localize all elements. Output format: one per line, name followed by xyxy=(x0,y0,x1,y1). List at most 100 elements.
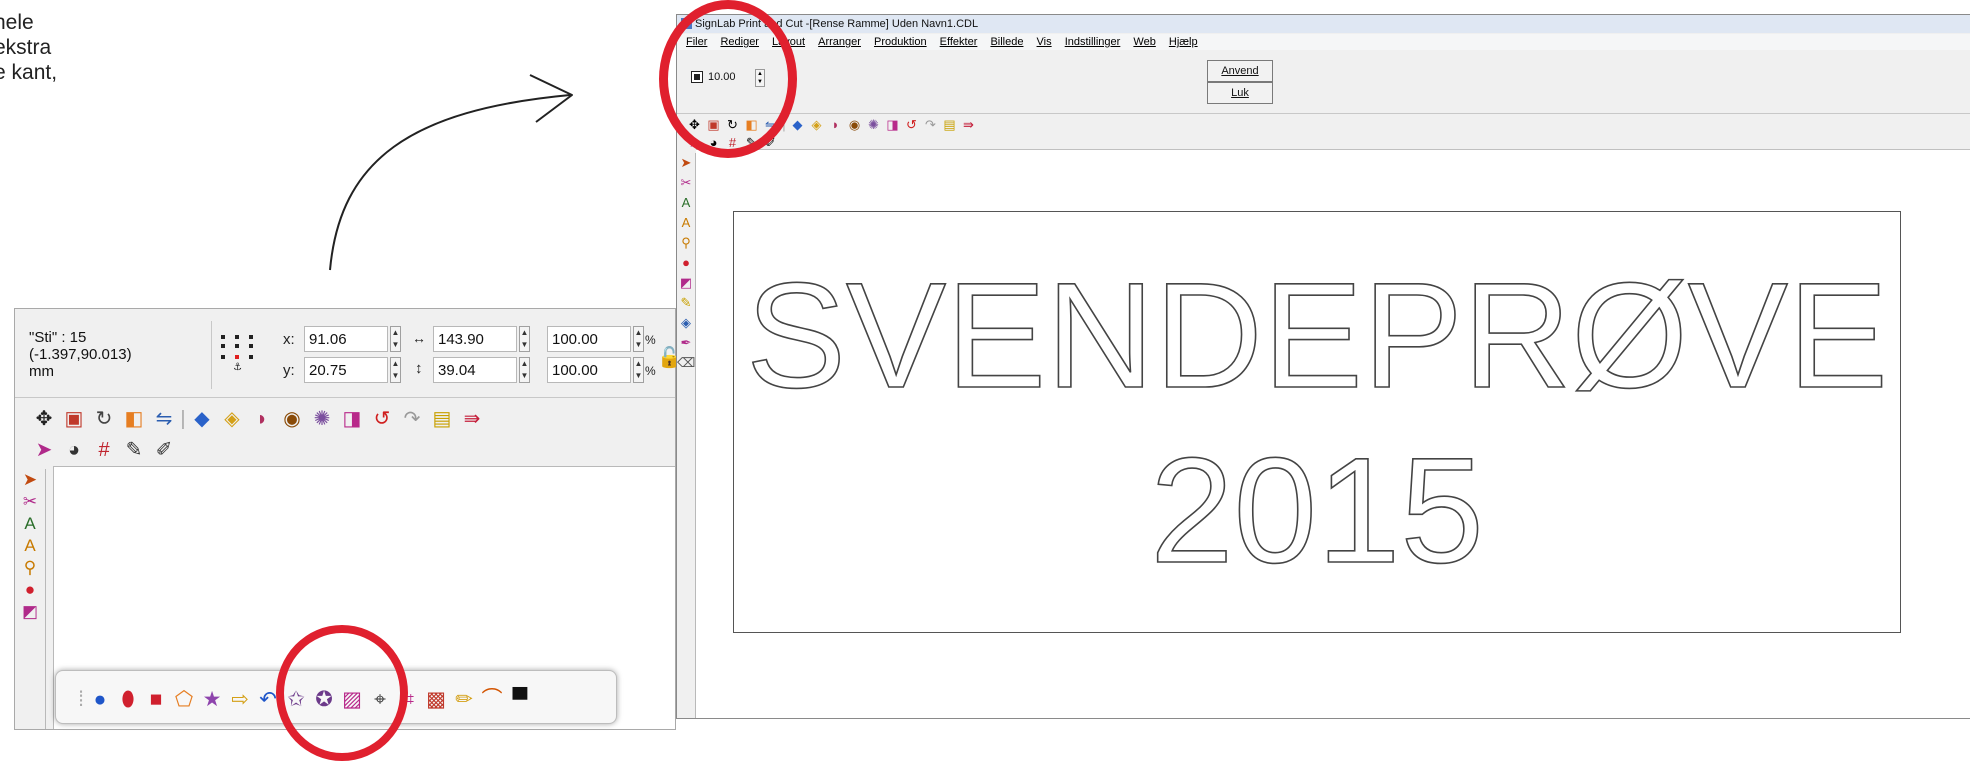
weld-icon[interactable]: ⇋ xyxy=(149,405,179,433)
square-icon[interactable]: ■ xyxy=(142,688,170,712)
knife-icon[interactable]: ✂ xyxy=(15,491,45,513)
anchor-grid-icon[interactable]: ⚓ xyxy=(219,333,263,373)
rotate-icon[interactable]: ↻ xyxy=(89,405,119,433)
bevel-icon[interactable]: ◆ xyxy=(187,405,217,433)
contour-icon[interactable]: ◨ xyxy=(337,405,367,433)
gradient-icon[interactable]: ◗ xyxy=(826,115,845,135)
arrow-icon[interactable]: ⇨ xyxy=(226,687,254,712)
balloon-icon[interactable]: ⬮ xyxy=(114,688,142,712)
pointer-icon[interactable]: ➤ xyxy=(15,469,45,491)
curved-arrow xyxy=(329,74,573,271)
menu-web[interactable]: Web xyxy=(1133,36,1155,48)
brush-icon[interactable]: ✎ xyxy=(119,436,149,464)
outline-icon[interactable]: ✺ xyxy=(864,115,883,135)
fill-bucket-icon[interactable]: ◩ xyxy=(677,273,695,293)
fill-icon[interactable]: ◈ xyxy=(807,115,826,135)
x-spinner[interactable]: ▲ ▼ xyxy=(390,326,401,352)
move-icon[interactable]: ✥ xyxy=(29,405,59,433)
color-icon[interactable]: ● xyxy=(677,253,695,273)
menu-vis[interactable]: Vis xyxy=(1037,36,1052,48)
height-input[interactable]: 39.04 xyxy=(433,357,517,383)
menu-produktion[interactable]: Produktion xyxy=(874,36,927,48)
apply-button[interactable]: Anvend xyxy=(1207,60,1273,82)
pentagon-icon[interactable]: ⬠ xyxy=(170,687,198,712)
y-label: y: xyxy=(283,362,295,379)
zoom-icon[interactable]: ⚲ xyxy=(15,557,45,579)
percent-label: % xyxy=(645,333,656,347)
height-icon: ↕ xyxy=(415,360,423,377)
knife-icon[interactable]: ✂ xyxy=(677,173,695,193)
shape-icon[interactable]: ▀ xyxy=(506,688,534,712)
ruler-icon[interactable]: ✏ xyxy=(450,687,478,712)
color-icon[interactable]: ● xyxy=(15,579,45,601)
pen-icon[interactable]: ✒ xyxy=(677,333,695,353)
menu-effekter[interactable]: Effekter xyxy=(940,36,978,48)
toolbar-divider: | xyxy=(180,408,186,430)
text-style-icon[interactable]: A xyxy=(677,213,695,233)
scale-width-spinner[interactable]: ▲ ▼ xyxy=(633,326,644,352)
property-bar: "Sti" : 15 (-1.397,90.013) mm ⚓ x: 91.06… xyxy=(15,309,682,398)
title-text: SVENDEPRØVE xyxy=(746,251,1888,419)
object-info: "Sti" : 15 (-1.397,90.013) mm xyxy=(29,329,132,380)
annotation-line: hele xyxy=(0,11,34,34)
exit-icon[interactable]: ⇛ xyxy=(959,115,978,135)
paint-icon[interactable]: ◈ xyxy=(677,313,695,333)
scale-height-spinner[interactable]: ▲ ▼ xyxy=(633,357,644,383)
divider xyxy=(211,321,212,389)
y-position-input[interactable]: 20.75 xyxy=(304,357,388,383)
pencil-icon[interactable]: ✎ xyxy=(677,293,695,313)
menu-billede[interactable]: Billede xyxy=(990,36,1023,48)
circle-icon[interactable]: ● xyxy=(86,688,114,712)
annotation-line: e kant, xyxy=(0,61,58,84)
eye-icon[interactable]: ◕ xyxy=(59,436,89,464)
y-spinner[interactable]: ▲ ▼ xyxy=(390,357,401,383)
outline-icon[interactable]: ✺ xyxy=(307,405,337,433)
node-icon[interactable]: ▣ xyxy=(59,405,89,433)
width-spinner[interactable]: ▲ ▼ xyxy=(519,326,530,352)
text-style-icon[interactable]: A xyxy=(15,535,45,557)
group-icon[interactable]: ▤ xyxy=(427,405,457,433)
rainbow-icon[interactable]: ⌒ xyxy=(478,683,506,713)
x-position-input[interactable]: 91.06 xyxy=(304,326,388,352)
left-toolbox: ➤ ✂ A A ⚲ ● ◩ xyxy=(15,469,46,729)
width-input[interactable]: 143.90 xyxy=(433,326,517,352)
percent-label: % xyxy=(645,364,656,378)
pointer-icon[interactable]: ➤ xyxy=(677,153,695,173)
shadow-icon[interactable]: ◉ xyxy=(845,115,864,135)
menu-indstillinger[interactable]: Indstillinger xyxy=(1065,36,1121,48)
select-arrow-icon[interactable]: ➤ xyxy=(29,436,59,464)
height-spinner[interactable]: ▲ ▼ xyxy=(519,357,530,383)
zoom-icon[interactable]: ⚲ xyxy=(677,233,695,253)
contour-icon[interactable]: ◨ xyxy=(883,115,902,135)
gradient-icon[interactable]: ◗ xyxy=(247,405,277,433)
scale-height-input[interactable]: 100.00 xyxy=(547,357,631,383)
svg-text:⚓: ⚓ xyxy=(233,362,242,373)
star-icon[interactable]: ★ xyxy=(198,687,226,712)
fill-icon[interactable]: ◈ xyxy=(217,405,247,433)
highlight-circle xyxy=(276,625,408,761)
undo-icon[interactable]: ↺ xyxy=(367,405,397,433)
text-icon[interactable]: A xyxy=(677,193,695,213)
grid-icon[interactable]: # xyxy=(89,436,119,464)
brush-2-icon[interactable]: ✐ xyxy=(149,436,179,464)
mirror-icon[interactable]: ◧ xyxy=(119,405,149,433)
pattern-icon[interactable]: ▩ xyxy=(422,687,450,712)
close-button[interactable]: Luk xyxy=(1207,82,1273,104)
eraser-icon[interactable]: ⌫ xyxy=(677,353,695,373)
redo-icon[interactable]: ↷ xyxy=(397,405,427,433)
text-icon[interactable]: A xyxy=(15,513,45,535)
exit-icon[interactable]: ⇛ xyxy=(457,405,487,433)
scale-width-input[interactable]: 100.00 xyxy=(547,326,631,352)
object-coords: (-1.397,90.013) xyxy=(29,346,132,363)
menu-arranger[interactable]: Arranger xyxy=(818,36,861,48)
x-label: x: xyxy=(283,331,295,348)
title-bar: SignLab Print and Cut -[Rense Ramme] Ude… xyxy=(677,15,1970,33)
offset-property-bar: 10.00 ▲ ▼ Anvend Luk xyxy=(677,51,1970,114)
undo-icon[interactable]: ↺ xyxy=(902,115,921,135)
menu-hjaelp[interactable]: Hjælp xyxy=(1169,36,1198,48)
redo-icon[interactable]: ↷ xyxy=(921,115,940,135)
fill-bucket-icon[interactable]: ◩ xyxy=(15,601,45,623)
bevel-icon[interactable]: ◆ xyxy=(788,115,807,135)
shadow-icon[interactable]: ◉ xyxy=(277,405,307,433)
group-icon[interactable]: ▤ xyxy=(940,115,959,135)
